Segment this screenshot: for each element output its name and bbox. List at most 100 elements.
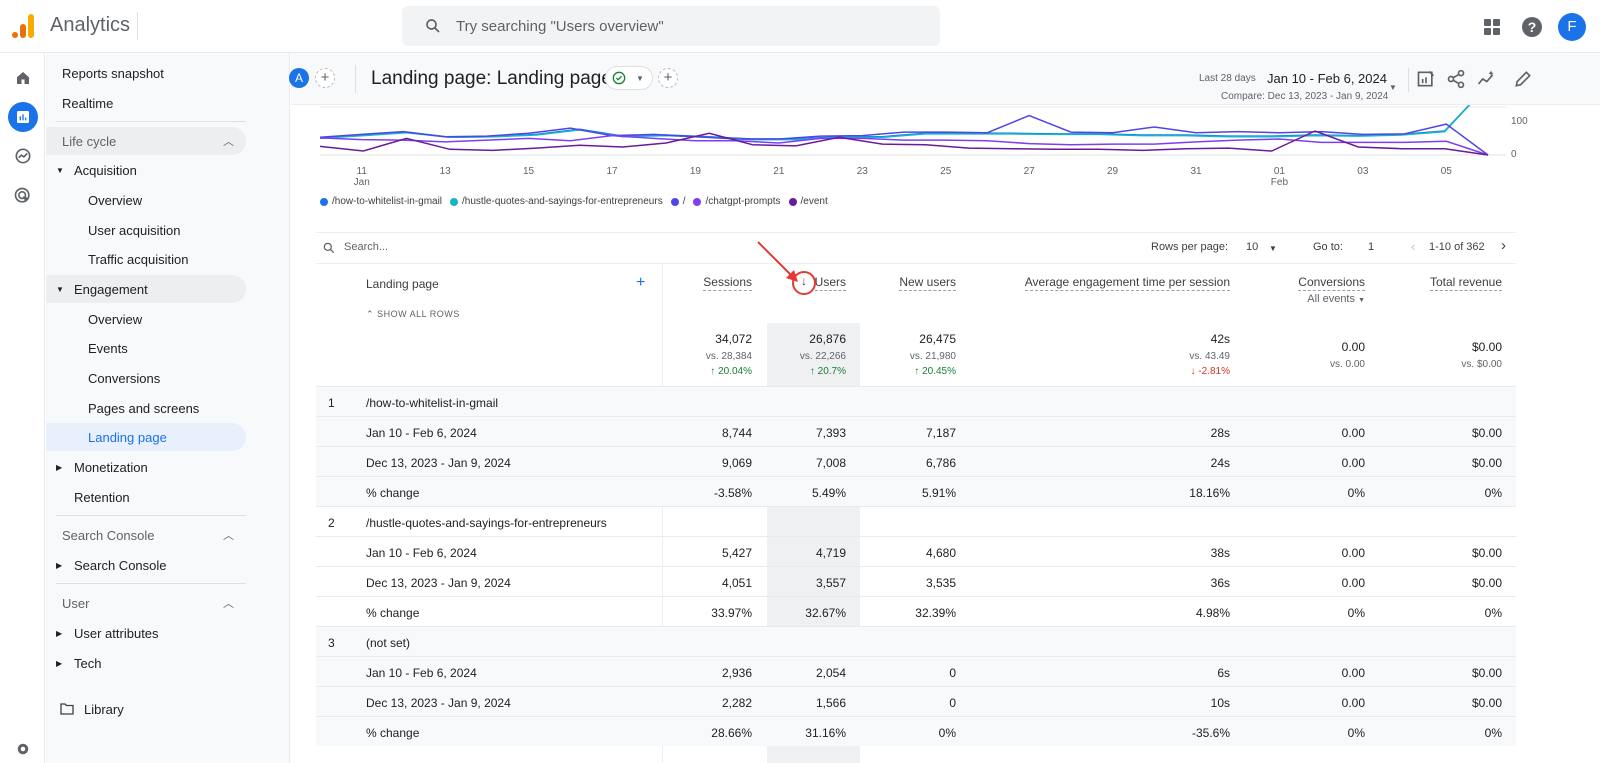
legend-item[interactable]: /chatgpt-prompts — [693, 196, 781, 207]
row-index: 1 — [328, 396, 335, 410]
sidebar-section-life-cycle[interactable]: Life cycle ︿ — [46, 127, 246, 155]
chevron-up-icon: ︿ — [223, 530, 234, 542]
sidebar-item-engagement-overview[interactable]: Overview — [46, 305, 246, 333]
sidebar-item-traffic-acquisition[interactable]: Traffic acquisition — [46, 245, 246, 273]
column-header-conversions[interactable]: Conversions — [1298, 275, 1365, 291]
legend-item[interactable]: / — [670, 196, 685, 207]
dimension-header[interactable]: Landing page — [366, 277, 439, 291]
table-group-header[interactable]: 2/hustle-quotes-and-sayings-for-entrepre… — [316, 506, 1516, 536]
sidebar-item-realtime[interactable]: Realtime — [46, 89, 246, 117]
compare-range[interactable]: Compare: Dec 13, 2023 - Jan 9, 2024 — [1221, 91, 1388, 102]
sidebar-item-search-console[interactable]: ▶ Search Console — [46, 551, 246, 579]
x-tick-label: 25 — [940, 166, 952, 177]
sidebar-item-events[interactable]: Events — [46, 334, 246, 362]
next-page-icon[interactable]: › — [1501, 237, 1506, 254]
table-group-header[interactable]: 3 (not set) — [316, 626, 1516, 656]
dropdown-caret-icon[interactable]: ▼ — [1269, 244, 1277, 253]
table-cell: 32.67% — [805, 606, 846, 620]
section-label: Life cycle — [62, 133, 117, 149]
sidebar-item-engagement[interactable]: ▼ Engagement — [46, 275, 246, 303]
prev-page-icon[interactable]: ‹ — [1411, 239, 1415, 254]
add-dimension-button[interactable]: + — [636, 274, 645, 292]
table-search-input[interactable]: Search... — [344, 241, 388, 253]
analytics-logo[interactable] — [12, 14, 34, 38]
sidebar-item-monetization[interactable]: ▶ Monetization — [46, 453, 246, 481]
total-compare: vs. 43.49 — [1189, 351, 1230, 362]
total-cell: 0.00 vs. 0.00 — [1330, 340, 1365, 370]
table-cell: 7,187 — [925, 426, 956, 440]
advertising-icon[interactable] — [10, 183, 36, 209]
sidebar-section-search-console[interactable]: Search Console ︿ — [46, 521, 246, 549]
check-circle-icon — [612, 71, 626, 85]
caret-right-icon: ▶ — [56, 560, 63, 570]
divider — [56, 515, 246, 516]
show-all-rows-toggle[interactable]: ⌃ SHOW ALL ROWS — [366, 309, 460, 320]
date-preset[interactable]: Last 28 days — [1199, 73, 1256, 84]
show-all-rows-label: SHOW ALL ROWS — [377, 309, 460, 319]
rows-per-page-select[interactable]: 10 — [1246, 241, 1258, 253]
table-cell: 31.16% — [805, 726, 846, 740]
global-search[interactable]: Try searching "Users overview" — [402, 6, 940, 46]
landing-page-label[interactable]: /how-to-whitelist-in-gmail — [366, 396, 498, 410]
sidebar-item-acquisition[interactable]: ▼ Acquisition — [46, 156, 246, 184]
conversions-event-filter[interactable]: All events ▼ — [1307, 293, 1365, 305]
legend-item[interactable]: /how-to-whitelist-in-gmail — [320, 196, 442, 207]
table-group-header[interactable]: 1/how-to-whitelist-in-gmail — [316, 386, 1516, 416]
add-filter-button[interactable]: + — [658, 68, 678, 88]
sidebar-item-landing-page[interactable]: Landing page — [46, 423, 246, 451]
sidebar-item-conversions[interactable]: Conversions — [46, 364, 246, 392]
report-status-dropdown[interactable]: ▼ — [605, 66, 653, 90]
sidebar-section-user[interactable]: User ︿ — [46, 589, 246, 617]
sidebar-item-pages-and-screens[interactable]: Pages and screens — [46, 394, 246, 422]
comparison-chip[interactable]: A — [289, 68, 309, 88]
explore-icon[interactable] — [10, 143, 36, 169]
sidebar-item-user-acquisition[interactable]: User acquisition — [46, 216, 246, 244]
date-range[interactable]: Jan 10 - Feb 6, 2024 — [1267, 71, 1387, 86]
item-label: Search Console — [74, 557, 167, 573]
total-change: ↓ -2.81% — [1190, 366, 1230, 377]
date-dropdown-icon[interactable]: ▼ — [1389, 83, 1397, 92]
table-cell: 28.66% — [711, 726, 752, 740]
landing-page-label[interactable]: /hustle-quotes-and-sayings-for-entrepren… — [366, 516, 607, 530]
top-bar: Analytics Try searching "Users overview"… — [0, 0, 1600, 53]
column-header-avg-engagement-time[interactable]: Average engagement time per session — [1024, 275, 1230, 291]
column-header-new-users[interactable]: New users — [899, 275, 956, 291]
reports-icon[interactable] — [8, 102, 38, 132]
help-icon[interactable]: ? — [1522, 16, 1542, 37]
table-cell: $0.00 — [1471, 576, 1502, 590]
total-value: $0.00 — [1471, 340, 1502, 354]
divider — [56, 583, 246, 584]
account-avatar[interactable]: F — [1558, 12, 1586, 41]
sidebar-item-retention[interactable]: Retention — [46, 483, 246, 511]
legend-item[interactable]: /hustle-quotes-and-sayings-for-entrepren… — [450, 196, 663, 207]
goto-input[interactable]: 1 — [1368, 241, 1374, 253]
sidebar-item-reports-snapshot[interactable]: Reports snapshot — [46, 59, 246, 87]
x-tick-label: 15 — [523, 166, 535, 177]
settings-icon[interactable] — [10, 736, 36, 762]
table-cell: 5,427 — [721, 546, 752, 560]
insights-icon[interactable] — [1476, 69, 1496, 89]
add-comparison-button[interactable]: + — [315, 68, 335, 88]
home-icon[interactable] — [10, 65, 36, 91]
sidebar-item-acquisition-overview[interactable]: Overview — [46, 186, 246, 214]
divider — [355, 65, 356, 93]
table-cell: $0.00 — [1471, 426, 1502, 440]
line-chart: 0 100 11Jan 13 15 17 19 21 23 25 27 29 31 01Feb 03 05 — [319, 105, 1528, 188]
sidebar-item-library[interactable]: Library — [46, 695, 246, 723]
chevron-up-icon: ︿ — [223, 598, 234, 610]
sidebar-item-user-attributes[interactable]: ▶ User attributes — [46, 619, 246, 647]
x-tick-label: 03 — [1357, 166, 1369, 177]
sidebar-item-tech[interactable]: ▶ Tech — [46, 649, 246, 677]
column-header-total-revenue[interactable]: Total revenue — [1429, 275, 1502, 291]
divider — [1408, 68, 1409, 92]
landing-page-label[interactable]: (not set) — [366, 636, 410, 650]
column-header-sessions[interactable]: Sessions — [703, 275, 752, 291]
table-cell: 0.00 — [1341, 426, 1365, 440]
apps-grid-icon[interactable] — [1484, 18, 1500, 35]
legend-label: /hustle-quotes-and-sayings-for-entrepren… — [462, 196, 663, 207]
edit-pencil-icon[interactable] — [1513, 69, 1533, 89]
column-header-users[interactable]: Users — [814, 275, 846, 291]
customize-report-icon[interactable] — [1416, 69, 1436, 89]
share-icon[interactable] — [1446, 69, 1466, 89]
legend-item[interactable]: /event — [788, 196, 828, 207]
